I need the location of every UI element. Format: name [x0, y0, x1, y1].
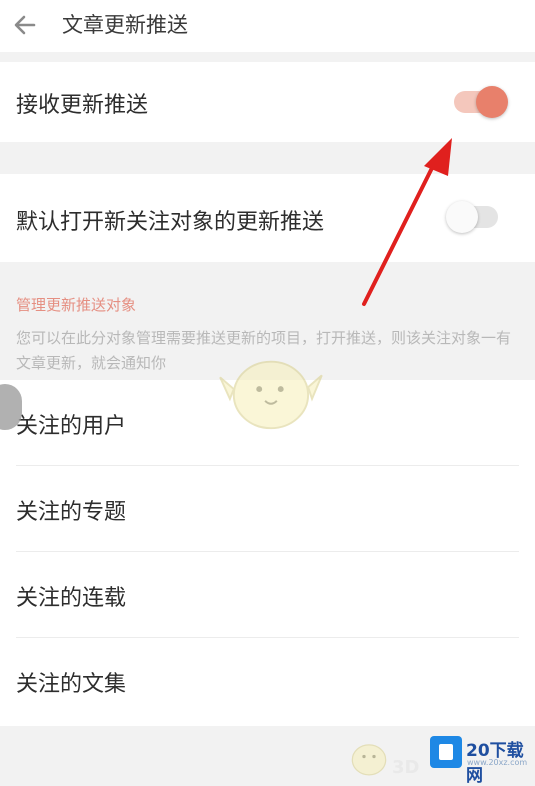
site-url-text: www.20xz.com: [467, 758, 528, 767]
site-watermark-badge: 20下载网 www.20xz.com: [430, 736, 528, 786]
list-item-collections[interactable]: 关注的文集: [0, 638, 535, 724]
receive-push-label: 接收更新推送: [16, 93, 149, 118]
manage-section-title: 管理更新推送对象: [16, 296, 137, 314]
watermark-3d-text: 3D: [392, 757, 420, 778]
list-item-label: 关注的专题: [16, 500, 127, 525]
list-item-label: 关注的文集: [16, 672, 127, 697]
list-item-label: 关注的用户: [16, 414, 127, 439]
site-logo-icon: [430, 736, 462, 768]
toggle-knob: [446, 201, 478, 233]
mascot-small-watermark-icon: [351, 744, 387, 776]
default-push-label: 默认打开新关注对象的更新推送: [16, 210, 325, 235]
mascot-watermark-icon: [219, 360, 323, 430]
back-arrow-icon[interactable]: [10, 10, 40, 40]
list-item-label: 关注的连载: [16, 586, 127, 611]
default-push-switch[interactable]: [446, 201, 498, 233]
top-bar: 文章更新推送: [0, 0, 535, 52]
receive-push-switch[interactable]: [454, 86, 508, 118]
page-title: 文章更新推送: [62, 13, 188, 37]
list-item-serials[interactable]: 关注的连载: [0, 552, 535, 638]
list-item-topics[interactable]: 关注的专题: [0, 466, 535, 552]
toggle-knob: [476, 86, 508, 118]
